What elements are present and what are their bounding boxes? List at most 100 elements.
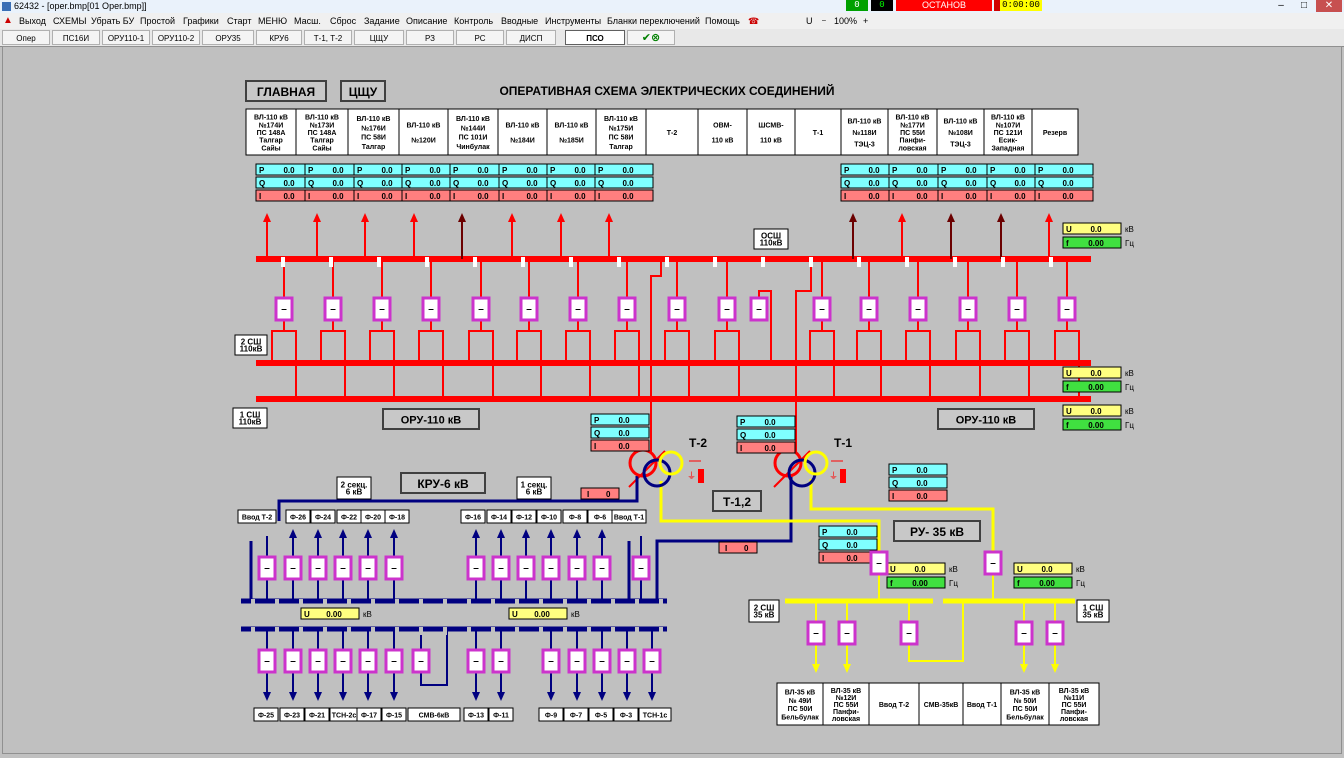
breaker-state: – <box>365 563 371 574</box>
feeder-header-2-text: №176И <box>361 124 386 132</box>
bus-gap <box>539 627 543 635</box>
feeder-meas-1-i-label: I <box>308 192 310 201</box>
meas-2sh-u-label: U <box>1066 369 1072 378</box>
meas-35-sh1-u-label: U <box>1017 565 1023 574</box>
ru35-header-5-text: Бельбулак <box>1006 714 1044 722</box>
meas-35-sh2-f-unit: Гц <box>949 579 958 588</box>
tab-ps16i[interactable]: ПС16И <box>52 30 100 45</box>
feeder-header-11-text: Т-1 <box>813 130 824 137</box>
meas-35-t1-p-value: 0.0 <box>916 466 928 475</box>
feeder-header-9-text: 110 кВ <box>712 138 734 145</box>
menu-inputs[interactable]: Вводные <box>501 13 538 29</box>
menu-switch-forms[interactable]: Бланки переключений <box>607 13 700 29</box>
u-minus-icon[interactable]: – <box>822 13 826 29</box>
bus-gap <box>323 627 327 635</box>
bus-gap <box>491 599 495 607</box>
bus-gap <box>539 599 543 607</box>
oru-left-button-label: ОРУ-110 кВ <box>401 415 462 427</box>
feeder-header-12-text: №118И <box>852 129 876 137</box>
menu-idle[interactable]: Простой <box>140 13 175 29</box>
tab-oru110-1[interactable]: ОРУ110-1 <box>102 30 150 45</box>
menu-help[interactable]: Помощь <box>705 13 740 29</box>
meas-2sh-u-value: 0.0 <box>1090 369 1102 378</box>
menu-task[interactable]: Задание <box>364 13 400 29</box>
breaker-state: – <box>290 563 296 574</box>
menu-schemes[interactable]: СХЕМЫ <box>53 13 86 29</box>
tab-cshu[interactable]: ЦЩУ <box>354 30 404 45</box>
menu-bar: ▲ Выход СХЕМЫ Убрать БУ Простой Графики … <box>0 13 1344 29</box>
menu-control[interactable]: Контроль <box>454 13 493 29</box>
tab-pso[interactable]: ПСО <box>565 30 625 45</box>
feeder-meas-4-p-value: 0.0 <box>477 166 489 175</box>
meas-35-t2-q-value: 0.0 <box>846 541 858 550</box>
bus-gap <box>371 599 375 607</box>
bus-gap <box>467 599 471 607</box>
oru-right-button-label: ОРУ-110 кВ <box>956 415 1017 427</box>
feeder-meas-8-p-value: 0.0 <box>868 166 880 175</box>
tab-oru35[interactable]: ОРУ35 <box>202 30 254 45</box>
breaker-state: – <box>548 656 554 667</box>
label-35-1sh-text: 35 кВ <box>1083 611 1104 620</box>
breaker-state: – <box>498 563 504 574</box>
feeder-meas-7-q-value: 0.0 <box>622 179 634 188</box>
arrow-up-icon <box>289 529 297 538</box>
menu-start[interactable]: Старт <box>227 13 251 29</box>
kru-label-Ввод Т-2-text: Ввод Т-2 <box>242 515 272 522</box>
tab-kru6[interactable]: КРУ6 <box>256 30 302 45</box>
menu-graphs[interactable]: Графики <box>183 13 219 29</box>
arrow-up-icon <box>573 529 581 538</box>
bus-gap <box>371 627 375 635</box>
ru35-header-1-text: ВЛ-35 кВ <box>831 688 861 695</box>
feeder-meas-11-i-value: 0.0 <box>1014 192 1026 201</box>
meas-35-t2-i-label: I <box>822 554 824 563</box>
t1-meas-i-value: 0.0 <box>764 444 776 453</box>
feeder-meas-11-p-label: P <box>990 166 996 175</box>
maximize-icon[interactable]: □ <box>1293 0 1315 12</box>
transformer-t1-label: Т-1 <box>834 436 852 450</box>
feeder-meas-0-p-label: P <box>259 166 265 175</box>
bus-gap <box>347 627 351 635</box>
kru-label-Ф-9-text: Ф-9 <box>545 713 557 720</box>
app-menu-icon[interactable]: ▲ <box>3 13 13 29</box>
t1-meas-i-label: I <box>740 444 742 453</box>
menu-tools[interactable]: Инструменты <box>545 13 601 29</box>
feeder-header-5 <box>497 108 548 156</box>
menu-scale[interactable]: Масш. <box>294 13 321 29</box>
t1-hv-lead <box>795 259 812 399</box>
arrow-up-icon <box>522 529 530 538</box>
feeder-meas-10-i-label: I <box>941 192 943 201</box>
bus-tick <box>329 257 333 267</box>
tab-disp[interactable]: ДИСП <box>506 30 556 45</box>
minimize-icon[interactable]: – <box>1270 0 1292 12</box>
meas-2sh-u-unit: кВ <box>1125 369 1134 378</box>
close-icon[interactable]: ✕ <box>1316 0 1342 12</box>
menu-description[interactable]: Описание <box>406 13 447 29</box>
feeder-header-15-text: ПС 121И <box>994 130 1023 137</box>
tab-rz[interactable]: РЗ <box>406 30 454 45</box>
menu-reset[interactable]: Сброс <box>330 13 356 29</box>
arrow-up-icon <box>472 529 480 538</box>
breaker-state: – <box>418 656 424 667</box>
phone-icon[interactable]: ☎ <box>748 13 759 29</box>
zoom-plus-icon[interactable]: + <box>863 13 868 29</box>
tab-oper[interactable]: Опер <box>2 30 50 45</box>
app-icon <box>2 2 11 11</box>
feeder-meas-8-i-label: I <box>844 192 846 201</box>
ru35-header-2-text: Ввод Т-2 <box>879 702 909 709</box>
meas-1sh-f-value: 0.00 <box>1088 421 1104 430</box>
check-icon[interactable]: ✔⊗ <box>627 30 675 45</box>
tab-oru110-2[interactable]: ОРУ110-2 <box>152 30 200 45</box>
menu-exit[interactable]: Выход <box>19 13 46 29</box>
tab-t1-t2[interactable]: Т-1, Т-2 <box>304 30 352 45</box>
menu-hide-bu[interactable]: Убрать БУ <box>91 13 134 29</box>
menu-main[interactable]: МЕНЮ <box>258 13 287 29</box>
meas-35-sh2-f-label: f <box>890 579 893 588</box>
feeder-header-5-text: ВЛ-110 кВ <box>506 122 540 129</box>
breaker-state: – <box>876 558 882 569</box>
u-toolbar-label[interactable]: U <box>806 13 813 29</box>
kru-label-Ф-13-text: Ф-13 <box>468 713 484 720</box>
bus-tick <box>713 257 717 267</box>
feeder-header-1-text: Сайы <box>312 144 331 152</box>
tab-rs[interactable]: РС <box>456 30 504 45</box>
bus-gap <box>299 599 303 607</box>
